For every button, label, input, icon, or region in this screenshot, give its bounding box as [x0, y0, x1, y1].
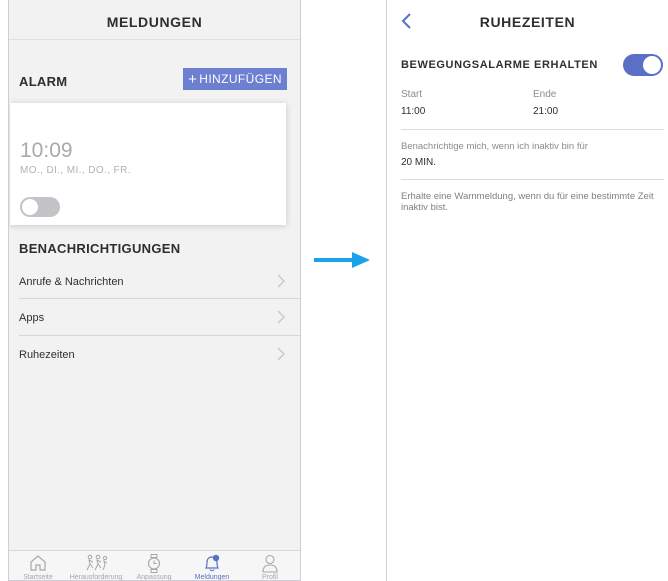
chevron-right-icon	[277, 274, 285, 288]
house-icon	[30, 555, 46, 571]
list-item-calls-messages[interactable]: Anrufe & Nachrichten	[9, 263, 300, 300]
ruhezeiten-screen: RUHEZEITEN BEWEGUNGSALARME ERHALTEN Star…	[386, 0, 668, 581]
movement-alarms-toggle[interactable]	[623, 54, 663, 76]
runners-icon	[86, 554, 108, 571]
chevron-right-icon	[277, 310, 285, 324]
flow-arrow-icon	[314, 252, 370, 268]
plus-icon: +	[188, 70, 198, 88]
screenshot-stage: MELDUNGEN ALARM + HINZUFÜGEN 10:09 MO., …	[0, 0, 668, 581]
start-time[interactable]: 11:00	[401, 106, 425, 117]
tab-startseite[interactable]: Startseite	[9, 551, 67, 581]
tab-label: Anpassung	[136, 574, 172, 581]
bell-icon	[205, 554, 220, 572]
tab-label: Herausforderung	[69, 574, 123, 581]
add-alarm-button[interactable]: + HINZUFÜGEN	[183, 68, 287, 90]
chevron-right-icon	[277, 347, 285, 361]
tab-profil[interactable]: Profil	[241, 551, 299, 581]
alarm-section-label: ALARM	[19, 74, 68, 89]
list-item-label: Anrufe & Nachrichten	[19, 275, 124, 288]
tab-meldungen[interactable]: Meldungen	[183, 551, 241, 581]
tab-anpassung[interactable]: Anpassung	[125, 551, 183, 581]
tab-herausforderung[interactable]: Herausforderung	[67, 551, 125, 581]
person-icon	[262, 554, 278, 573]
tab-bar: Startseite Herausforderung Anpassung Mel…	[9, 550, 300, 581]
list-item-label: Apps	[19, 311, 45, 324]
list-item-label: Ruhezeiten	[19, 348, 75, 361]
tab-label: Startseite	[23, 574, 53, 581]
tab-label: Profil	[262, 574, 278, 581]
notifications-section-label: BENACHRICHTIGUNGEN	[19, 241, 181, 256]
add-alarm-label: HINZUFÜGEN	[199, 72, 282, 86]
page-title: MELDUNGEN	[106, 14, 203, 30]
toggle-knob	[22, 199, 38, 215]
section-divider	[401, 129, 664, 130]
start-label: Start	[401, 89, 423, 100]
alarm-card[interactable]: 10:09 MO., DI., MI., DO., FR.	[10, 103, 286, 225]
inactive-duration[interactable]: 20 MIN.	[401, 157, 436, 168]
watch-icon	[147, 554, 161, 573]
end-time[interactable]: 21:00	[533, 106, 558, 117]
inactive-notify-label: Benachrichtige mich, wenn ich inaktiv bi…	[401, 141, 588, 152]
end-label: Ende	[533, 89, 557, 100]
movement-alarms-label: BEWEGUNGSALARME ERHALTEN	[401, 59, 598, 71]
list-item-quiet-hours[interactable]: Ruhezeiten	[9, 336, 300, 373]
alarm-time: 10:09	[20, 139, 73, 162]
nav-divider	[9, 39, 300, 40]
section-divider	[401, 179, 664, 180]
alarm-toggle[interactable]	[20, 197, 60, 217]
description-text: Erhalte eine Warnmeldung, wenn du für ei…	[401, 191, 654, 213]
page-title: RUHEZEITEN	[479, 14, 576, 30]
list-item-apps[interactable]: Apps	[9, 299, 300, 336]
alarm-days: MO., DI., MI., DO., FR.	[20, 165, 131, 176]
toggle-knob	[643, 56, 661, 74]
meldungen-screen: MELDUNGEN ALARM + HINZUFÜGEN 10:09 MO., …	[8, 0, 301, 581]
tab-label: Meldungen	[194, 574, 230, 581]
